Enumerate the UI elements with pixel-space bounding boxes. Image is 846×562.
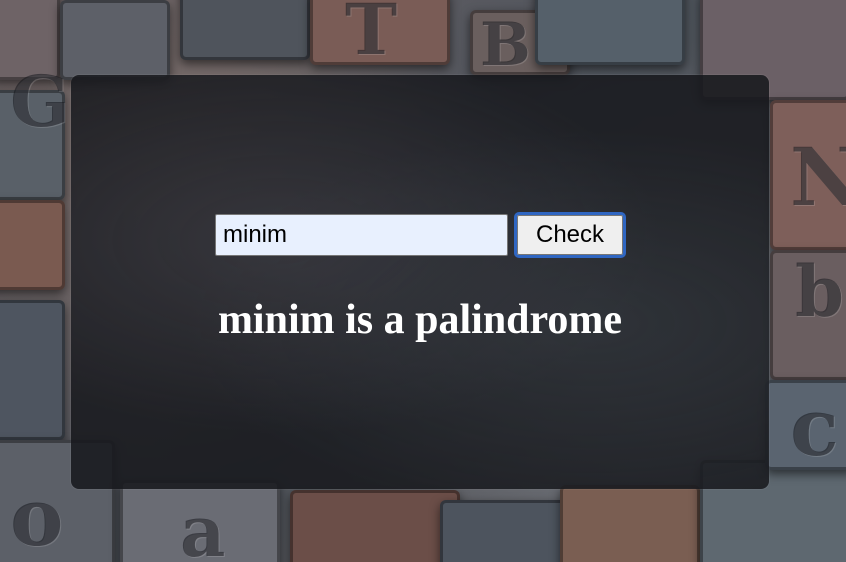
background-block bbox=[180, 0, 310, 60]
background-block bbox=[0, 200, 65, 290]
background-block bbox=[440, 500, 570, 562]
background-block bbox=[60, 0, 170, 80]
result-message: minim is a palindrome bbox=[217, 297, 623, 343]
background-glyph: a bbox=[180, 490, 226, 562]
background-glyph: N bbox=[790, 130, 846, 224]
check-button[interactable]: Check bbox=[514, 212, 626, 258]
background-glyph: T bbox=[345, 0, 398, 71]
background-glyph: b bbox=[795, 250, 844, 333]
background-glyph: o bbox=[10, 470, 64, 562]
background-block bbox=[290, 490, 460, 562]
palindrome-checker-panel bbox=[71, 75, 769, 489]
palindrome-form: Check bbox=[215, 212, 626, 258]
word-input[interactable] bbox=[215, 214, 508, 256]
background-glyph: B bbox=[480, 10, 531, 80]
background-glyph: c bbox=[790, 380, 839, 474]
background-glyph: G bbox=[10, 60, 70, 143]
background-block bbox=[535, 0, 685, 65]
background-block bbox=[0, 300, 65, 440]
background-block bbox=[560, 485, 700, 562]
